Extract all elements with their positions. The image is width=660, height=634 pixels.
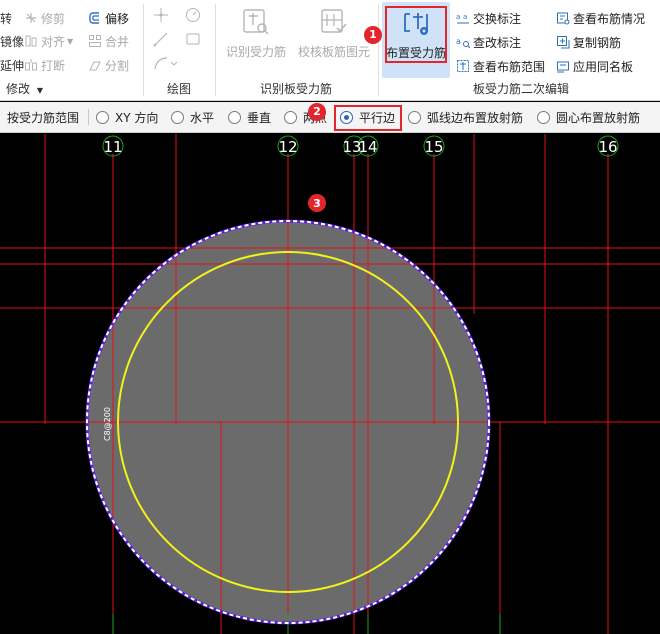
merge-icon — [89, 35, 101, 47]
identify-group-title: 识别板受力筋 — [259, 82, 332, 96]
svg-text:a: a — [463, 13, 467, 21]
copy-rebar-button[interactable]: 复制钢筋 — [556, 32, 621, 52]
modify-group-title[interactable]: 修改 ▼ — [6, 80, 142, 97]
edit-annotation-button[interactable]: a 查改标注 — [456, 32, 521, 52]
split-icon — [89, 61, 101, 71]
radio-dot — [96, 111, 109, 124]
mirror-button[interactable]: 镜像 — [0, 31, 24, 51]
point-icon[interactable] — [152, 6, 170, 24]
break-button[interactable]: 打断 — [24, 55, 65, 75]
line-icon[interactable] — [152, 30, 170, 48]
radio-dot — [408, 111, 421, 124]
radio-parallel-edge[interactable]: 平行边 — [340, 109, 395, 126]
axis-label-11: 11 — [103, 138, 122, 156]
merge-button[interactable]: 合并 — [88, 31, 129, 51]
ribbon-toolbar: 转 修剪 偏移 镜像 对齐 ▼ 合并 延伸 打断 分割 修改 ▼ 绘图 识别受力… — [0, 0, 660, 101]
align-icon — [25, 35, 37, 47]
axis-label-12: 12 — [278, 138, 297, 156]
check-rebar-icon — [321, 9, 347, 33]
drawing-canvas[interactable]: 11 12 13 14 15 16 C8@200 3 — [0, 134, 660, 634]
radio-vertical[interactable]: 垂直 — [228, 109, 271, 126]
split-button[interactable]: 分割 — [88, 55, 129, 75]
view-range-icon — [457, 60, 469, 72]
slab-rebar-annotation: C8@200 — [103, 407, 112, 441]
axis-label-16: 16 — [598, 138, 617, 156]
modify-group: 转 修剪 偏移 镜像 对齐 ▼ 合并 延伸 打断 分割 修改 ▼ — [0, 0, 142, 101]
secondary-group-title: 板受力筋二次编辑 — [472, 82, 569, 96]
rotate-button[interactable]: 转 — [0, 8, 12, 28]
gauge-icon[interactable] — [184, 6, 202, 24]
break-icon — [25, 59, 37, 71]
swap-icon: aa — [456, 13, 469, 24]
swap-annotation-button[interactable]: aa 交换标注 — [456, 8, 521, 28]
align-button[interactable]: 对齐 ▼ — [24, 31, 73, 51]
identify-rebar-button[interactable]: 识别受力筋 — [220, 4, 292, 78]
cad-drawing: 11 12 13 14 15 16 C8@200 3 — [0, 134, 660, 634]
axis-bubbles: 11 12 13 14 15 16 — [102, 135, 619, 157]
apply-same-slab-button[interactable]: 应用同名板 — [556, 56, 633, 76]
edit-annotation-icon: a — [456, 37, 470, 49]
svg-text:a: a — [456, 37, 461, 46]
radio-arc-edge-radial[interactable]: 弧线边布置放射筋 — [408, 109, 523, 126]
trim-button[interactable]: 修剪 — [24, 8, 65, 28]
apply-same-icon — [557, 61, 569, 73]
extend-button[interactable]: 延伸 — [0, 55, 24, 75]
radio-dot — [228, 111, 241, 124]
copy-rebar-icon — [557, 36, 570, 49]
option-bar: 按受力筋范围 XY 方向 水平 垂直 两点 平行边 弧线边布置放射筋 圆心布置放… — [0, 102, 660, 133]
radio-dot — [537, 111, 550, 124]
draw-group-title: 绘图 — [166, 82, 191, 96]
radio-dot-selected — [340, 111, 353, 124]
chevron-down-icon: ▼ — [36, 86, 43, 95]
view-layout-range-button[interactable]: 查看布筋范围 — [456, 56, 545, 76]
option-divider — [88, 109, 89, 125]
rectangle-icon[interactable] — [184, 30, 202, 48]
view-status-icon — [557, 12, 570, 25]
draw-group: 绘图 — [144, 0, 214, 101]
radio-dot — [171, 111, 184, 124]
layout-rebar-button[interactable]: 布置受力筋 — [382, 2, 450, 78]
radio-horizontal[interactable]: 水平 — [171, 109, 214, 126]
identify-rebar-group: 识别受力筋 校核板筋图元 识别板受力筋 — [216, 0, 376, 101]
chevron-down-icon: ▼ — [67, 36, 74, 46]
identify-rebar-icon — [243, 9, 269, 35]
rebar-range-label: 按受力筋范围 — [7, 111, 80, 125]
annotation-badge: 2 — [308, 103, 326, 121]
annotation-badge-text: 3 — [313, 197, 321, 210]
svg-text:a: a — [456, 13, 460, 21]
radio-xy-direction[interactable]: XY 方向 — [96, 109, 158, 126]
radio-dot — [284, 111, 297, 124]
view-layout-status-button[interactable]: 查看布筋情况 — [556, 8, 645, 28]
arc-icon[interactable] — [152, 54, 178, 72]
radio-center-radial[interactable]: 圆心布置放射筋 — [537, 109, 640, 126]
axis-label-14: 14 — [358, 138, 377, 156]
group-divider — [378, 4, 379, 96]
offset-icon — [89, 12, 99, 24]
secondary-edit-group: aa 交换标注 查看布筋情况 a 查改标注 复制钢筋 查看布筋范围 应用同名板 … — [452, 0, 660, 101]
layout-rebar-icon — [404, 13, 428, 35]
offset-button[interactable]: 偏移 — [88, 8, 129, 28]
axis-label-15: 15 — [424, 138, 443, 156]
annotation-badge: 1 — [364, 26, 382, 44]
check-slab-rebar-button[interactable]: 校核板筋图元 — [294, 4, 374, 78]
trim-icon — [26, 13, 36, 23]
